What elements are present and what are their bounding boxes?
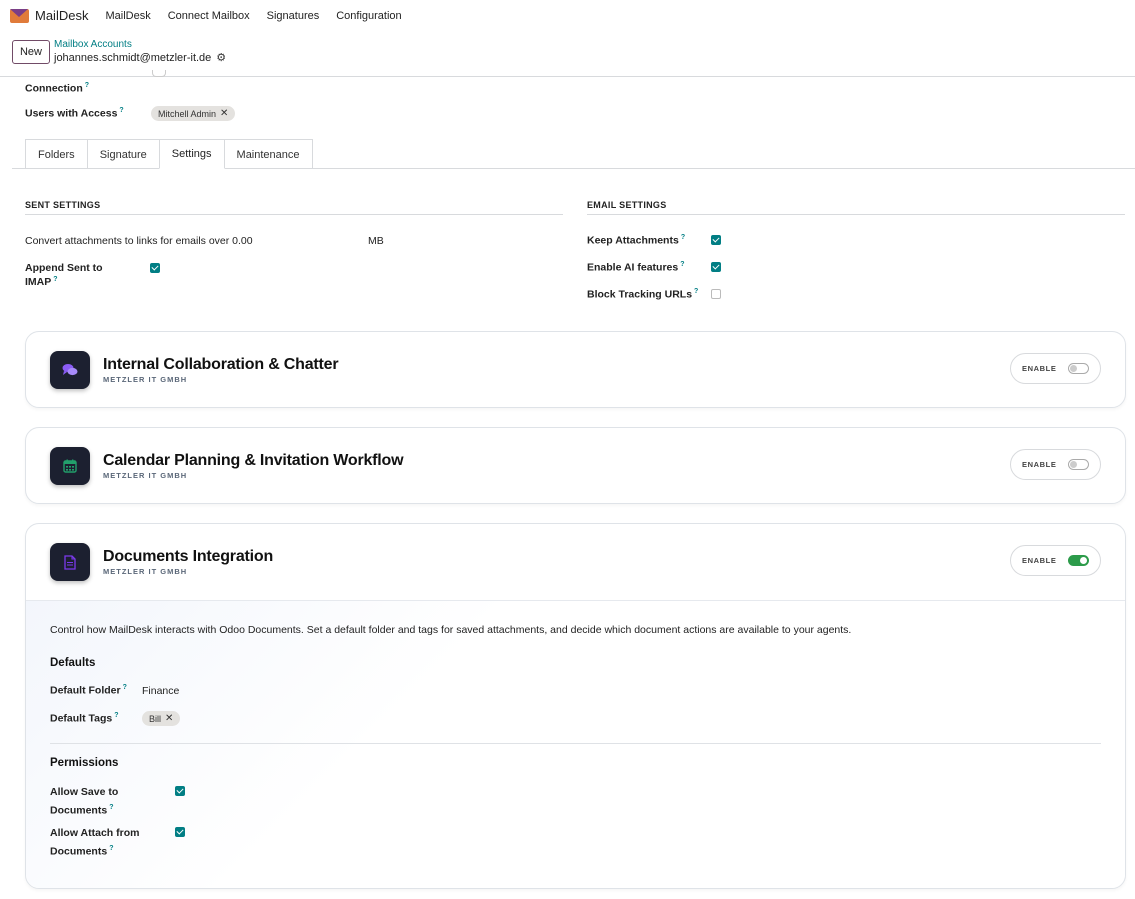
convert-attachments-label: Convert attachments to links for emails …	[25, 235, 253, 247]
breadcrumb-mailbox-accounts[interactable]: Mailbox Accounts	[54, 39, 132, 50]
feature-card-calendar: Calendar Planning & Invitation Workflow …	[25, 427, 1126, 504]
help-icon[interactable]: ?	[114, 712, 118, 719]
default-tags-label: Default Tags?	[50, 712, 119, 725]
enable-label: ENABLE	[1022, 556, 1057, 565]
feature-card-collaboration: Internal Collaboration & Chatter METZLER…	[25, 331, 1126, 408]
tab-maintenance[interactable]: Maintenance	[223, 139, 313, 169]
nav-item-signatures[interactable]: Signatures	[267, 10, 320, 22]
tab-signature[interactable]: Signature	[86, 139, 160, 169]
card-subtitle: METZLER IT GMBH	[103, 471, 188, 480]
defaults-heading: Defaults	[50, 657, 96, 669]
chat-bubbles-icon	[50, 351, 90, 389]
nav-item-connect-mailbox[interactable]: Connect Mailbox	[168, 10, 250, 22]
users-with-access-label: Users with Access?	[25, 107, 124, 120]
keep-attachments-label: Keep Attachments?	[587, 234, 686, 247]
sent-settings-title: SENT SETTINGS	[25, 200, 101, 210]
convert-unit: MB	[368, 235, 384, 247]
block-tracking-label: Block Tracking URLs?	[587, 288, 699, 301]
new-button[interactable]: New	[12, 40, 50, 64]
notebook-tabs: Folders Signature Settings Maintenance	[25, 139, 313, 169]
connection-label: Connection?	[25, 82, 90, 95]
section-divider	[25, 214, 563, 215]
app-brand[interactable]: MailDesk	[35, 8, 88, 23]
help-icon[interactable]: ?	[123, 684, 127, 691]
allow-attach-label: Allow Attach from Documents?	[50, 827, 140, 858]
mail-envelope-icon[interactable]	[10, 8, 29, 23]
calendar-icon	[50, 447, 90, 485]
enable-toggle-button[interactable]: ENABLE	[1010, 449, 1101, 480]
allow-save-label: Allow Save to Documents?	[50, 786, 119, 817]
user-tag: Mitchell Admin ✕	[151, 106, 236, 121]
append-sent-label: Append Sent to IMAP?	[25, 262, 103, 288]
card-title: Internal Collaboration & Chatter	[103, 356, 339, 373]
help-icon[interactable]: ?	[85, 82, 89, 89]
block-tracking-checkbox[interactable]	[711, 289, 721, 299]
toggle-switch[interactable]	[1068, 555, 1090, 566]
help-icon[interactable]: ?	[694, 288, 698, 295]
gear-icon[interactable]: ⚙	[216, 51, 226, 64]
card-subtitle: METZLER IT GMBH	[103, 567, 188, 576]
control-panel: New Mailbox Accounts johannes.schmidt@me…	[0, 31, 1135, 77]
default-folder-value[interactable]: Finance	[142, 685, 179, 697]
remove-tag-icon[interactable]: ✕	[165, 713, 173, 724]
allow-save-checkbox[interactable]	[175, 786, 185, 796]
record-title: johannes.schmidt@metzler-it.de ⚙	[54, 51, 226, 65]
default-folder-label: Default Folder?	[50, 684, 127, 697]
enable-ai-checkbox[interactable]	[711, 262, 721, 272]
documents-settings-panel: Control how MailDesk interacts with Odoo…	[26, 600, 1125, 888]
nav-item-configuration[interactable]: Configuration	[336, 10, 401, 22]
tab-folders[interactable]: Folders	[25, 139, 88, 169]
keep-attachments-checkbox[interactable]	[711, 235, 721, 245]
default-tags-field[interactable]: Bill ✕	[142, 711, 181, 726]
help-icon[interactable]: ?	[119, 107, 123, 114]
feature-card-documents: Documents Integration METZLER IT GMBH EN…	[25, 523, 1126, 889]
help-icon[interactable]: ?	[53, 276, 57, 283]
section-divider	[50, 743, 1101, 744]
enable-ai-label: Enable AI features?	[587, 261, 685, 274]
help-icon[interactable]: ?	[109, 804, 113, 811]
help-icon[interactable]: ?	[680, 261, 684, 268]
nav-item-maildesk[interactable]: MailDesk	[105, 10, 150, 22]
enable-label: ENABLE	[1022, 460, 1057, 469]
toggle-switch[interactable]	[1068, 363, 1090, 374]
remove-tag-icon[interactable]: ✕	[220, 108, 228, 119]
enable-toggle-button[interactable]: ENABLE	[1010, 353, 1101, 384]
permissions-heading: Permissions	[50, 757, 119, 769]
section-divider	[587, 214, 1125, 215]
users-tag-field[interactable]: Mitchell Admin ✕	[151, 106, 236, 121]
tab-settings[interactable]: Settings	[158, 139, 225, 169]
card-subtitle: METZLER IT GMBH	[103, 375, 188, 384]
email-settings-title: EMAIL SETTINGS	[587, 200, 667, 210]
top-navbar: MailDesk MailDesk Connect Mailbox Signat…	[0, 0, 1135, 31]
append-sent-checkbox[interactable]	[150, 263, 160, 273]
enable-label: ENABLE	[1022, 364, 1057, 373]
help-icon[interactable]: ?	[109, 845, 113, 852]
documents-description: Control how MailDesk interacts with Odoo…	[50, 624, 852, 636]
help-icon[interactable]: ?	[681, 234, 685, 241]
card-title: Calendar Planning & Invitation Workflow	[103, 452, 404, 469]
enable-toggle-button[interactable]: ENABLE	[1010, 545, 1101, 576]
allow-attach-checkbox[interactable]	[175, 827, 185, 837]
document-icon	[50, 543, 90, 581]
record-name: johannes.schmidt@metzler-it.de	[54, 51, 212, 64]
card-title: Documents Integration	[103, 548, 274, 565]
default-tag: Bill ✕	[142, 711, 181, 726]
connection-toggle[interactable]	[152, 70, 166, 77]
toggle-switch[interactable]	[1068, 459, 1090, 470]
